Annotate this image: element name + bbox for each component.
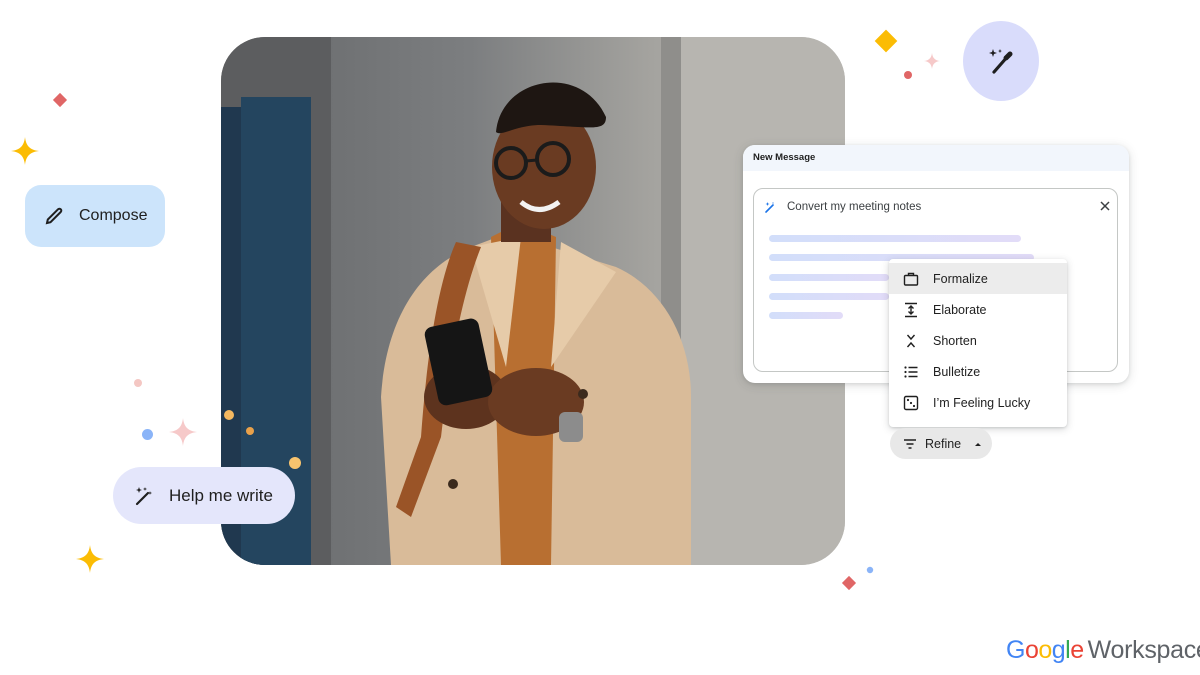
draft-text-line	[769, 274, 889, 281]
dice-icon	[903, 396, 919, 411]
menu-item-shorten[interactable]: Shorten	[889, 325, 1067, 356]
menu-item-feeling-lucky[interactable]: I’m Feeling Lucky	[889, 388, 1067, 419]
yellow-diamond-decoration	[874, 29, 898, 53]
refine-menu: Formalize Elaborate Shorten Bulletize I’…	[889, 259, 1067, 427]
compress-vertical-icon	[906, 334, 916, 348]
prompt-row[interactable]: Convert my meeting notes	[764, 198, 1107, 216]
bulleted-list-icon	[904, 366, 918, 378]
magic-wand-icon	[135, 486, 152, 505]
refine-button[interactable]: Refine	[890, 428, 992, 459]
red-diamond-decoration	[52, 92, 68, 108]
pink-sparkle-small-decoration	[924, 53, 940, 69]
logo-letter: o	[1038, 636, 1052, 664]
red-diamond-bottom-decoration	[841, 575, 857, 591]
red-dot-decoration	[904, 71, 912, 79]
menu-item-label: Shorten	[933, 333, 977, 348]
caret-up-icon	[975, 442, 982, 446]
draft-text-line	[769, 312, 843, 319]
logo-letter: g	[1051, 636, 1066, 664]
menu-item-label: Bulletize	[933, 365, 981, 380]
compose-button[interactable]: Compose	[25, 185, 165, 247]
draft-text-line	[769, 235, 1021, 242]
window-title: New Message	[743, 145, 1129, 171]
logo-letter: o	[1024, 636, 1039, 664]
prompt-text: Convert my meeting notes	[787, 201, 922, 213]
magic-pen-icon	[989, 49, 1013, 74]
blue-dot-decoration	[142, 429, 153, 440]
menu-item-bulletize[interactable]: Bulletize	[889, 357, 1067, 388]
close-icon[interactable]	[1099, 200, 1111, 212]
pink-dot-decoration	[134, 379, 142, 387]
help-me-write-label: Help me write	[169, 485, 273, 505]
blue-dot-bottom-decoration	[866, 566, 874, 574]
compose-label: Compose	[79, 207, 148, 224]
magic-wand-small-icon	[765, 201, 774, 213]
expand-vertical-icon	[905, 302, 917, 317]
menu-item-elaborate[interactable]: Elaborate	[889, 294, 1067, 325]
yellow-sparkle-decoration	[11, 137, 39, 165]
menu-item-label: Formalize	[933, 271, 988, 286]
refine-label: Refine	[925, 436, 962, 451]
filter-icon	[904, 438, 916, 449]
pink-sparkle-decoration	[169, 418, 197, 446]
pencil-icon	[45, 207, 63, 225]
help-me-write-button[interactable]: Help me write	[113, 467, 295, 524]
google-wordmark: Google	[1006, 636, 1084, 665]
menu-item-formalize[interactable]: Formalize	[889, 263, 1067, 295]
yellow-sparkle-bottom-decoration	[76, 545, 104, 573]
briefcase-icon	[903, 272, 919, 286]
logo-letter: G	[1006, 636, 1025, 664]
magic-pen-button[interactable]	[963, 21, 1039, 101]
menu-item-label: I’m Feeling Lucky	[933, 396, 1031, 411]
menu-item-label: Elaborate	[933, 302, 987, 317]
logo-letter: e	[1070, 636, 1084, 664]
google-workspace-logo: Google Workspace	[1006, 636, 1200, 670]
draft-text-line	[769, 293, 889, 300]
workspace-wordmark: Workspace	[1087, 636, 1200, 664]
